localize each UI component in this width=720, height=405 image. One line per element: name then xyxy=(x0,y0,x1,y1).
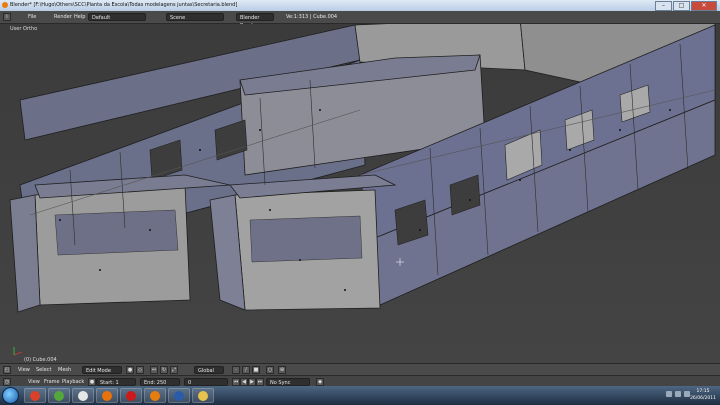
maximize-button[interactable]: □ xyxy=(673,1,690,11)
vertex-select-icon[interactable]: · xyxy=(232,366,240,374)
window-title: Blender* [F:\Hugo\Others\SCC\Planta da E… xyxy=(10,2,238,8)
taskbar-app-5[interactable] xyxy=(144,388,166,403)
menu-timeline-view[interactable]: View xyxy=(28,378,40,386)
keying-icon[interactable]: ◆ xyxy=(316,378,324,386)
firefox-icon xyxy=(102,390,112,401)
menu-select[interactable]: Select xyxy=(36,366,51,374)
window-controls: – □ ✕ xyxy=(654,1,717,11)
clock-date: 26/06/2011 xyxy=(690,396,716,401)
scene-selector[interactable]: Scene xyxy=(166,13,224,21)
chrome-icon xyxy=(30,390,40,401)
timeline-editor-icon[interactable]: ◷ xyxy=(3,378,11,386)
snap-icon[interactable]: ⊕ xyxy=(278,366,286,374)
manipulator-scale-icon[interactable]: ⤢ xyxy=(170,366,178,374)
proportional-edit-icon[interactable]: ○ xyxy=(266,366,274,374)
shading-icon[interactable]: ● xyxy=(126,366,134,374)
media-player-icon xyxy=(78,390,88,401)
taskbar-app-0[interactable] xyxy=(24,388,46,403)
play-reverse-icon[interactable]: ◀ xyxy=(240,378,248,386)
view-label: User Ortho xyxy=(10,26,38,32)
volume-icon[interactable] xyxy=(675,391,681,397)
menu-mesh[interactable]: Mesh xyxy=(58,366,71,374)
mesh-view xyxy=(0,24,720,363)
sync-selector[interactable]: No Sync xyxy=(266,378,310,386)
start-button[interactable] xyxy=(2,387,19,404)
editor-type-icon[interactable]: i xyxy=(3,13,11,21)
3d-viewport[interactable] xyxy=(0,24,720,363)
network-icon[interactable] xyxy=(666,391,672,397)
blender-icon xyxy=(150,390,160,401)
close-button[interactable]: ✕ xyxy=(691,1,717,11)
render-engine-selector[interactable]: Blender Render xyxy=(236,13,274,29)
utorrent-icon xyxy=(54,390,64,401)
taskbar-app-4[interactable] xyxy=(120,388,142,403)
taskbar-app-6[interactable] xyxy=(168,388,190,403)
taskbar-app-7[interactable] xyxy=(192,388,214,403)
face-select-icon[interactable]: ■ xyxy=(252,366,260,374)
menu-view[interactable]: View xyxy=(18,366,30,374)
minimize-button[interactable]: – xyxy=(655,1,672,11)
menu-frame[interactable]: Frame xyxy=(44,378,60,386)
info-header: i File Render Help Default Scene Blender… xyxy=(0,11,720,29)
view3d-editor-icon[interactable]: ◰ xyxy=(3,366,11,374)
menu-render[interactable]: Render xyxy=(54,13,72,21)
blender-app-icon xyxy=(2,2,8,8)
menu-playback[interactable]: Playback xyxy=(62,378,84,386)
mode-selector[interactable]: Edit Mode xyxy=(82,366,122,374)
window-titlebar: Blender* [F:\Hugo\Others\SCC\Planta da E… xyxy=(0,0,720,11)
orientation-selector[interactable]: Global xyxy=(194,366,224,374)
taskbar-app-1[interactable] xyxy=(48,388,70,403)
start-frame-field[interactable]: Start: 1 xyxy=(96,378,136,386)
taskbar-app-3[interactable] xyxy=(96,388,118,403)
record-icon[interactable]: ● xyxy=(88,378,96,386)
current-frame-field[interactable]: 0 xyxy=(184,378,228,386)
menu-file[interactable]: File xyxy=(28,13,36,21)
windows-taskbar: 17:15 26/06/2011 xyxy=(0,386,720,405)
manipulator-rotate-icon[interactable]: ↻ xyxy=(160,366,168,374)
manipulator-translate-icon[interactable]: ↔ xyxy=(150,366,158,374)
system-tray xyxy=(663,391,690,397)
end-frame-field[interactable]: End: 250 xyxy=(140,378,180,386)
clock-time: 17:15 xyxy=(696,389,710,394)
play-icon[interactable]: ▶ xyxy=(248,378,256,386)
layout-selector[interactable]: Default xyxy=(88,13,146,21)
pivot-icon[interactable]: ◇ xyxy=(136,366,144,374)
clock[interactable]: 17:15 26/06/2011 xyxy=(690,388,716,402)
scene-stats: Ve:1:313 | Cube.004 xyxy=(286,14,338,20)
word-icon xyxy=(174,390,184,401)
menu-help[interactable]: Help xyxy=(74,13,85,21)
edge-select-icon[interactable]: / xyxy=(242,366,250,374)
explorer-icon xyxy=(198,390,208,401)
jump-start-icon[interactable]: ⏮ xyxy=(232,378,240,386)
opera-icon xyxy=(126,390,136,401)
jump-end-icon[interactable]: ⏭ xyxy=(256,378,264,386)
taskbar-app-2[interactable] xyxy=(72,388,94,403)
